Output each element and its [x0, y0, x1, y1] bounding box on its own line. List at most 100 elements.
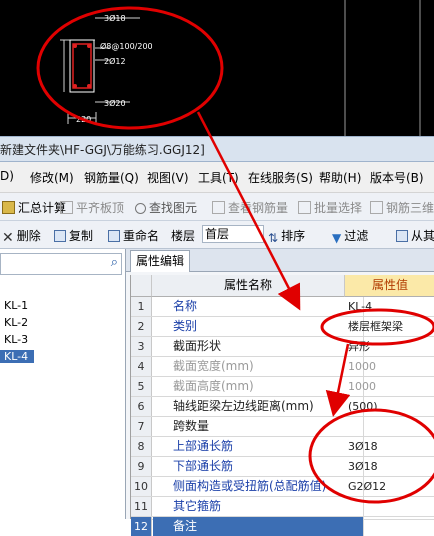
filter-button[interactable]: ▼ 过滤 [332, 227, 369, 245]
title-bar: 新建文件夹\HF-GGJ\万能练习.GGJ12] [0, 136, 434, 162]
toolbar-components: ✕ 删除 复制 重命名 楼层 首层 ⇅ 排序 ▼ 过滤 从其 [0, 221, 434, 249]
cad-dim-side: 2Ø12 [104, 56, 126, 66]
view-rebar-quantity-label: 查看钢筋量 [228, 201, 289, 215]
search-icon[interactable]: ⌕ [111, 255, 118, 270]
property-value[interactable]: 楼层框架梁 [344, 317, 434, 336]
component-item-selected[interactable]: KL-4 [0, 350, 35, 363]
table-row[interactable]: 4 截面宽度(mm) 1000 [131, 357, 434, 377]
table-row[interactable]: 8 上部通长筋 3Ø18 [131, 437, 434, 457]
table-row[interactable]: 11 其它箍筋 [131, 497, 434, 517]
menu-item-online-services[interactable]: 在线服务(S) [248, 169, 313, 186]
property-value[interactable] [344, 417, 434, 436]
cad-dim-stirrup: Ø8@100/200 [100, 41, 153, 51]
component-item[interactable]: KL-3 [4, 333, 28, 346]
property-value[interactable]: (500) [344, 397, 434, 416]
table-row[interactable]: 5 截面高度(mm) 1000 [131, 377, 434, 397]
menu-item-version[interactable]: 版本号(B) [370, 169, 424, 186]
menu-item-tools[interactable]: 工具(T) [198, 169, 239, 186]
property-name: 跨数量 [153, 417, 364, 436]
menu-item-view[interactable]: 视图(V) [147, 169, 189, 186]
component-search-input[interactable]: ⌕ [0, 253, 122, 275]
menu-item-modify[interactable]: 修改(M) [30, 169, 74, 186]
property-grid: 属性名称 属性值 1 名称 KL-4 2 类别 楼层框架梁 3 截面形状 异形 … [130, 275, 434, 536]
row-number: 4 [131, 357, 152, 376]
batch-select-button[interactable]: 批量选择 [298, 199, 362, 216]
property-name: 截面形状 [153, 337, 364, 356]
property-value[interactable]: KL-4 [344, 297, 434, 316]
filter-label: 过滤 [344, 229, 369, 243]
row-number: 11 [131, 497, 152, 516]
calculate-summary-button[interactable]: 汇总计算 [2, 199, 66, 216]
row-number: 12 [131, 517, 152, 536]
find-element-label: 查找图元 [149, 201, 198, 215]
tab-property-edit[interactable]: 属性编辑 [130, 250, 190, 272]
copy-button[interactable]: 复制 [54, 227, 93, 244]
property-value[interactable]: 1000 [344, 357, 434, 376]
floor-select[interactable]: 首层 [202, 225, 264, 243]
align-slab-top-label: 平齐板顶 [76, 201, 125, 215]
copy-icon [54, 230, 66, 242]
row-number: 7 [131, 417, 152, 436]
grid-header-corner [131, 275, 152, 297]
cad-dim-top: 3Ø18 [104, 13, 126, 23]
rebar-view-icon [212, 201, 225, 214]
table-row[interactable]: 6 轴线距梁左边线距离(mm) (500) [131, 397, 434, 417]
component-item[interactable]: KL-2 [4, 316, 28, 329]
property-value[interactable] [344, 517, 434, 536]
property-name: 其它箍筋 [153, 497, 364, 516]
table-row[interactable]: 3 截面形状 异形 [131, 337, 434, 357]
property-name: 下部通长筋 [153, 457, 364, 476]
property-tab-bar: 属性编辑 [126, 249, 434, 272]
row-number: 6 [131, 397, 152, 416]
rebar-3d-button[interactable]: 钢筋三维 [370, 199, 434, 216]
sort-button[interactable]: ⇅ 排序 [268, 227, 305, 245]
filter-icon: ▼ [332, 231, 342, 245]
property-value[interactable]: 3Ø18 [344, 437, 434, 456]
property-name: 类别 [153, 317, 364, 336]
sort-icon: ⇅ [268, 231, 279, 245]
batch-select-icon [298, 201, 311, 214]
floor-select-value: 首层 [205, 227, 230, 241]
component-item[interactable]: KL-1 [4, 299, 28, 312]
delete-label: 删除 [16, 229, 41, 243]
property-name: 侧面构造或受扭筋(总配筋值) [153, 477, 364, 496]
row-number: 1 [131, 297, 152, 316]
rename-icon [108, 230, 120, 242]
row-number: 3 [131, 337, 152, 356]
rename-label: 重命名 [123, 229, 160, 243]
table-row[interactable]: 10 侧面构造或受扭筋(总配筋值) G2Ø12 [131, 477, 434, 497]
menu-item-draw[interactable]: D) [0, 169, 14, 183]
copy-from-button[interactable]: 从其 [396, 227, 434, 244]
delete-button[interactable]: ✕ 删除 [2, 227, 41, 245]
calculate-summary-label: 汇总计算 [18, 201, 67, 215]
property-value[interactable]: 异形 [344, 337, 434, 356]
row-number: 2 [131, 317, 152, 336]
property-name: 上部通长筋 [153, 437, 364, 456]
property-value[interactable]: 3Ø18 [344, 457, 434, 476]
table-row[interactable]: 1 名称 KL-4 [131, 297, 434, 317]
grid-header-value: 属性值 [345, 275, 434, 297]
row-number: 10 [131, 477, 152, 496]
copy-from-icon [396, 230, 408, 242]
rename-button[interactable]: 重命名 [108, 227, 159, 244]
table-row[interactable]: 2 类别 楼层框架梁 [131, 317, 434, 337]
find-element-button[interactable]: 查找图元 [135, 199, 197, 216]
delete-icon: ✕ [2, 230, 14, 246]
copy-from-label: 从其 [411, 229, 434, 243]
align-slab-top-button[interactable]: 平齐板顶 [60, 199, 124, 216]
copy-label: 复制 [69, 229, 94, 243]
property-value[interactable]: G2Ø12 [344, 477, 434, 496]
property-value[interactable]: 1000 [344, 377, 434, 396]
menu-bar: D) 修改(M) 钢筋量(Q) 视图(V) 工具(T) 在线服务(S) 帮助(H… [0, 162, 434, 193]
menu-item-help[interactable]: 帮助(H) [319, 169, 361, 186]
window-title: 新建文件夹\HF-GGJ\万能练习.GGJ12] [0, 143, 205, 157]
table-row[interactable]: 7 跨数量 [131, 417, 434, 437]
property-value[interactable] [344, 497, 434, 516]
row-number: 9 [131, 457, 152, 476]
menu-item-rebar-quantity[interactable]: 钢筋量(Q) [84, 169, 139, 186]
property-panel: 属性编辑 属性名称 属性值 1 名称 KL-4 2 类别 楼层框架梁 3 截面形… [126, 249, 434, 536]
table-row[interactable]: 9 下部通长筋 3Ø18 [131, 457, 434, 477]
property-name: 截面宽度(mm) [153, 357, 364, 376]
cad-drawing-area[interactable]: 3Ø18 Ø8@100/200 2Ø12 3Ø20 220 [0, 0, 434, 136]
view-rebar-quantity-button[interactable]: 查看钢筋量 [212, 199, 288, 216]
